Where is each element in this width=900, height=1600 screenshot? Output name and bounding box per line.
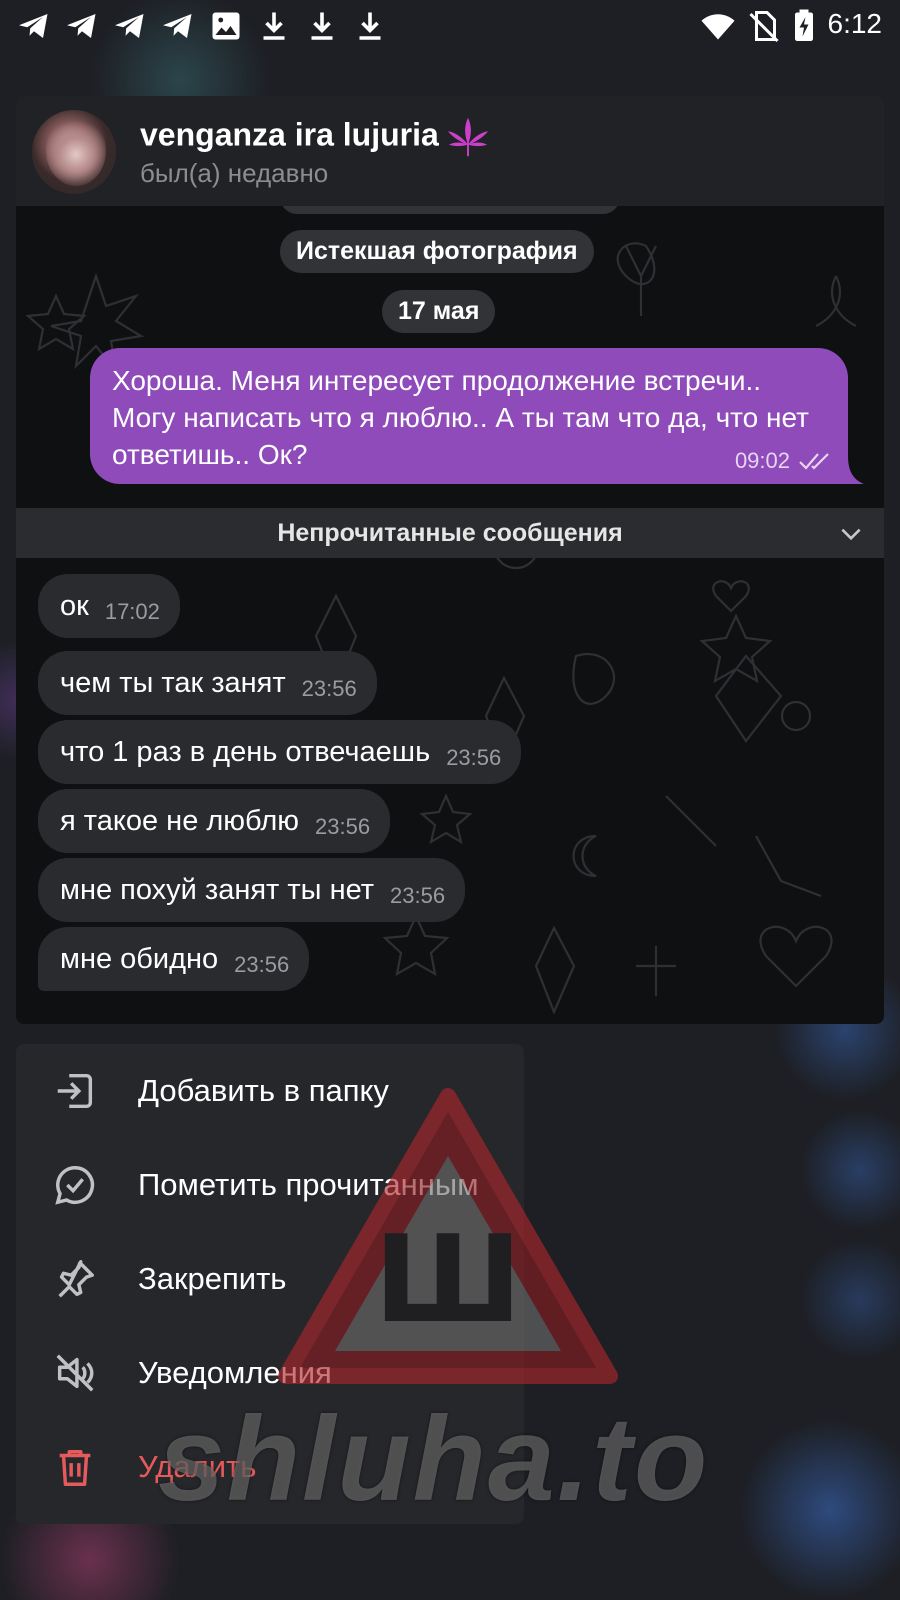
date-separator: 17 мая — [382, 290, 496, 333]
incoming-message-text: мне похуй занят ты нет — [60, 873, 375, 906]
menu-item-label: Закрепить — [138, 1261, 287, 1296]
incoming-message[interactable]: чем ты так занят 23:56 — [38, 651, 377, 715]
download-icon — [263, 12, 285, 40]
incoming-message-time: 23:56 — [301, 676, 357, 701]
outgoing-message-meta: 09:02 — [735, 448, 834, 474]
telegram-icon — [163, 14, 192, 38]
incoming-message[interactable]: что 1 раз в день отвечаешь 23:56 — [38, 720, 522, 784]
battery-charging-icon — [795, 9, 813, 41]
download-icon — [311, 12, 333, 40]
outgoing-message[interactable]: Хороша. Меня интересует продолжение встр… — [90, 348, 848, 484]
outgoing-message-time: 09:02 — [734, 448, 790, 473]
mark-read-icon — [55, 1166, 95, 1205]
incoming-message-time: 23:56 — [446, 745, 502, 770]
status-bar: 6:12 — [0, 0, 900, 50]
folder-add-icon — [57, 1073, 93, 1109]
download-icon — [359, 12, 381, 40]
chevron-down-icon[interactable] — [838, 521, 864, 547]
outgoing-message-text: Хороша. Меня интересует продолжение встр… — [112, 365, 809, 470]
contact-status: был(а) недавно — [140, 158, 329, 188]
incoming-message-text: что 1 раз в день отвечаешь — [60, 735, 431, 768]
telegram-icon — [19, 14, 48, 38]
incoming-message[interactable]: ок 17:02 — [38, 574, 180, 638]
incoming-message-time: 23:56 — [390, 883, 446, 908]
incoming-message-text: мне обидно — [60, 942, 219, 975]
outgoing-bubble-tail — [842, 456, 864, 484]
expired-photo-label: Истекшая фотография — [280, 230, 594, 273]
unread-messages-divider: Непрочитанные сообщения — [16, 508, 884, 558]
contact-name: venganza ira lujuria — [140, 114, 491, 160]
image-icon — [212, 12, 240, 40]
mute-icon — [56, 1354, 94, 1392]
incoming-message-time: 23:56 — [315, 814, 371, 839]
incoming-message-time: 17:02 — [104, 599, 160, 624]
no-sim-icon — [749, 11, 779, 43]
unread-messages-label: Непрочитанные сообщения — [277, 519, 623, 547]
telegram-icon — [115, 14, 144, 38]
incoming-message-time: 23:56 — [234, 952, 290, 977]
watermark-text: shluha.to — [158, 1392, 710, 1526]
clock: 6:12 — [827, 8, 883, 39]
contact-name-text: venganza ira lujuria — [140, 116, 439, 153]
trash-icon — [59, 1449, 91, 1486]
double-check-icon — [799, 453, 829, 470]
incoming-message[interactable]: мне обидно 23:56 — [38, 927, 310, 991]
incoming-message-text: я такое не люблю — [60, 804, 300, 837]
avatar[interactable] — [32, 110, 116, 194]
pin-icon — [58, 1260, 94, 1298]
incoming-message[interactable]: мне похуй занят ты нет 23:56 — [38, 858, 466, 922]
chat-preview[interactable]: venganza ira lujuria был(а) недавно Исте… — [16, 96, 884, 1024]
watermark-sign-icon: Ш — [278, 1088, 618, 1384]
wifi-icon — [701, 14, 735, 40]
watermark-sign-letter: Ш — [374, 1211, 522, 1350]
incoming-message[interactable]: я такое не люблю 23:56 — [38, 789, 391, 853]
leaf-emoji-icon — [447, 117, 488, 157]
incoming-message-text: чем ты так занят — [60, 666, 286, 699]
telegram-icon — [67, 14, 96, 38]
chat-header[interactable]: venganza ira lujuria был(а) недавно — [16, 96, 884, 206]
incoming-message-text: ок — [60, 589, 89, 622]
